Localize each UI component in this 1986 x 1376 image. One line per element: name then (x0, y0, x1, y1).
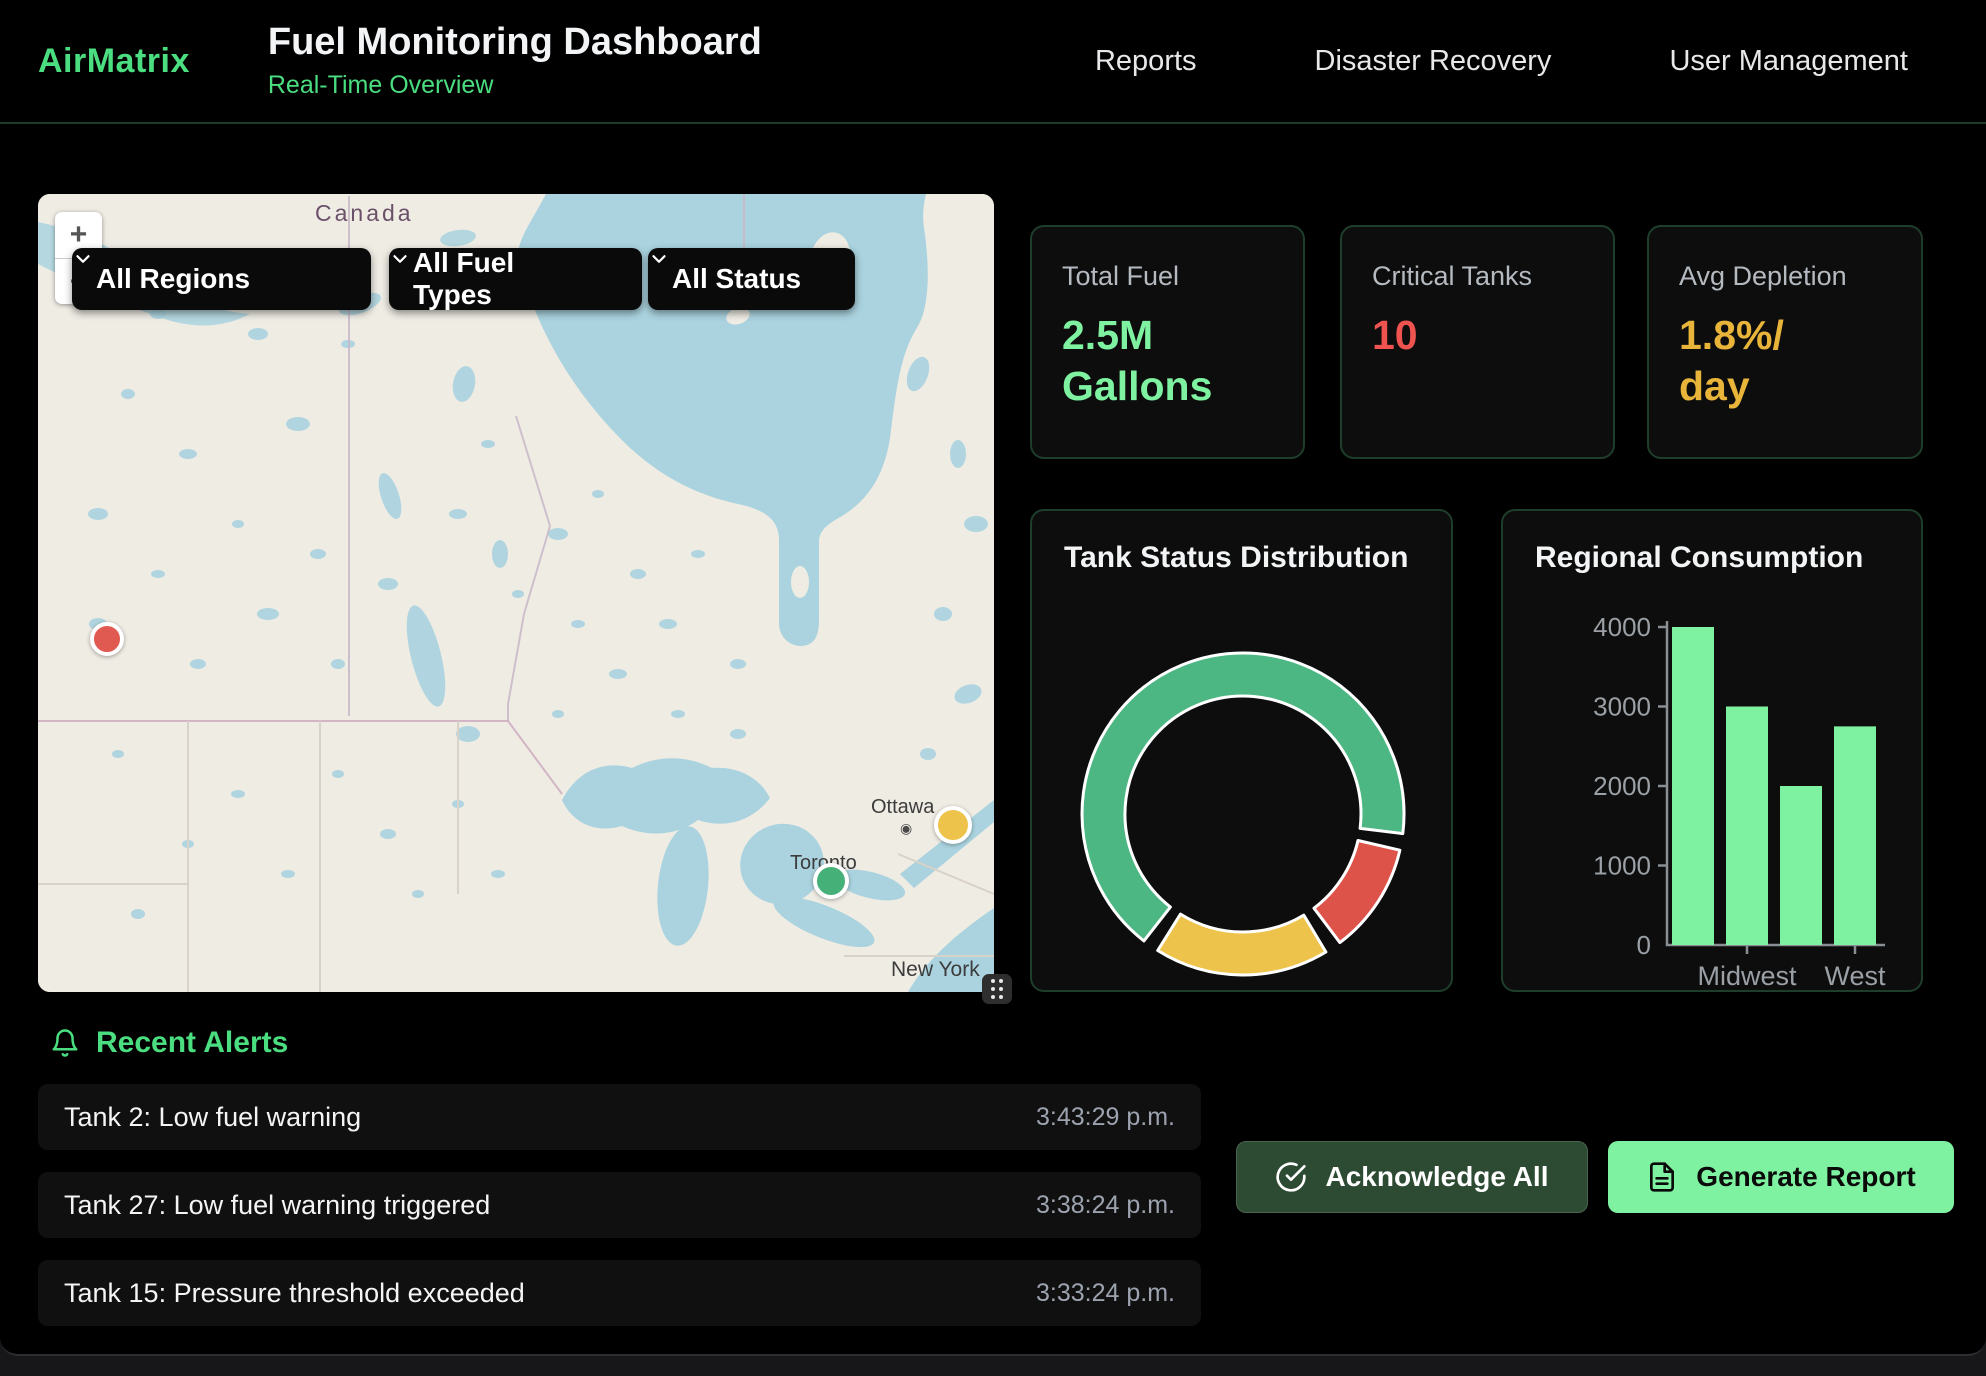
header: AirMatrix Fuel Monitoring Dashboard Real… (0, 0, 1986, 124)
stat-card-critical-tanks: Critical Tanks 10 (1340, 225, 1615, 459)
filter-dropdown-all-regions[interactable]: All Regions (72, 248, 371, 310)
bar-midwest (1726, 707, 1768, 946)
page-subtitle: Real-Time Overview (268, 71, 762, 100)
y-tick-label: 4000 (1593, 612, 1651, 642)
acknowledge-all-label: Acknowledge All (1325, 1161, 1548, 1193)
alert-timestamp: 3:33:24 p.m. (1036, 1279, 1175, 1308)
alert-timestamp: 3:43:29 p.m. (1036, 1103, 1175, 1132)
page-title: Fuel Monitoring Dashboard (268, 22, 762, 64)
recent-alerts-header: Recent Alerts (50, 1026, 288, 1060)
nav-item-user-management[interactable]: User Management (1669, 45, 1908, 78)
recent-alerts-title: Recent Alerts (96, 1026, 288, 1060)
main-nav: Reports Disaster Recovery User Management (1095, 45, 1908, 78)
stat-card-total-fuel: Total Fuel 2.5MGallons (1030, 225, 1305, 459)
alert-row[interactable]: Tank 27: Low fuel warning triggered 3:38:… (38, 1172, 1201, 1238)
regional-consumption-bar-chart: 0 1000 2000 3000 4000 Midwest West (1503, 511, 1925, 994)
map-canvas[interactable]: Canada Ottawa ◉ Toronto New York + − All… (38, 194, 994, 992)
title-block: Fuel Monitoring Dashboard Real-Time Over… (268, 22, 762, 100)
filter-dropdown-all-status[interactable]: All Status (648, 248, 855, 310)
stat-value: 1.8%/day (1679, 310, 1891, 413)
tank-marker[interactable] (813, 863, 849, 899)
stat-card-avg-depletion: Avg Depletion 1.8%/day (1647, 225, 1923, 459)
regional-consumption-title: Regional Consumption (1535, 541, 1863, 575)
file-text-icon (1646, 1161, 1678, 1193)
map-graphic (38, 194, 994, 992)
stat-label: Critical Tanks (1372, 261, 1583, 292)
bar-west (1834, 726, 1876, 945)
regional-consumption-card: Regional Consumption 0 1000 2000 3000 4000 Mi… (1501, 509, 1923, 992)
check-circle-icon (1275, 1161, 1307, 1193)
tank-status-title: Tank Status Distribution (1064, 541, 1408, 575)
acknowledge-all-button[interactable]: Acknowledge All (1236, 1141, 1588, 1213)
y-tick-label: 1000 (1593, 851, 1651, 881)
stat-value: 10 (1372, 310, 1583, 361)
filter-label: All Regions (96, 263, 250, 295)
filter-label: All Fuel Types (413, 247, 600, 311)
generate-report-label: Generate Report (1696, 1161, 1915, 1193)
y-tick-label: 2000 (1593, 771, 1651, 801)
nav-item-reports[interactable]: Reports (1095, 45, 1197, 78)
x-tick-label: West (1824, 961, 1886, 991)
alert-message: Tank 15: Pressure threshold exceeded (64, 1278, 525, 1309)
map-widget: Canada Ottawa ◉ Toronto New York + − All… (38, 194, 994, 992)
nav-item-disaster-recovery[interactable]: Disaster Recovery (1315, 45, 1552, 78)
bar-region-1 (1672, 627, 1714, 945)
fuel-monitoring-dashboard: AirMatrix Fuel Monitoring Dashboard Real… (0, 0, 1986, 1356)
bell-icon (50, 1028, 80, 1058)
tank-marker[interactable] (934, 806, 972, 844)
red-segment (1314, 841, 1400, 943)
filter-label: All Status (672, 263, 801, 295)
filter-dropdown-all-fuel-types[interactable]: All Fuel Types (389, 248, 642, 310)
stat-value: 2.5MGallons (1062, 310, 1273, 413)
tank-status-donut-chart (1032, 511, 1455, 994)
alert-row[interactable]: Tank 15: Pressure threshold exceeded 3:33… (38, 1260, 1201, 1326)
app-logo: AirMatrix (38, 42, 190, 81)
x-tick-label: Midwest (1697, 961, 1797, 991)
y-tick-label: 0 (1637, 930, 1651, 960)
alert-row[interactable]: Tank 2: Low fuel warning 3:43:29 p.m. (38, 1084, 1201, 1150)
resize-grip-icon[interactable] (982, 974, 1012, 1004)
generate-report-button[interactable]: Generate Report (1608, 1141, 1954, 1213)
bar-region-3 (1780, 786, 1822, 945)
yellow-segment (1158, 914, 1326, 975)
y-tick-label: 3000 (1593, 692, 1651, 722)
stat-label: Total Fuel (1062, 261, 1273, 292)
alert-timestamp: 3:38:24 p.m. (1036, 1191, 1175, 1220)
alert-message: Tank 2: Low fuel warning (64, 1102, 361, 1133)
alert-message: Tank 27: Low fuel warning triggered (64, 1190, 490, 1221)
stat-label: Avg Depletion (1679, 261, 1891, 292)
tank-marker[interactable] (90, 622, 124, 656)
tank-status-card: Tank Status Distribution (1030, 509, 1453, 992)
